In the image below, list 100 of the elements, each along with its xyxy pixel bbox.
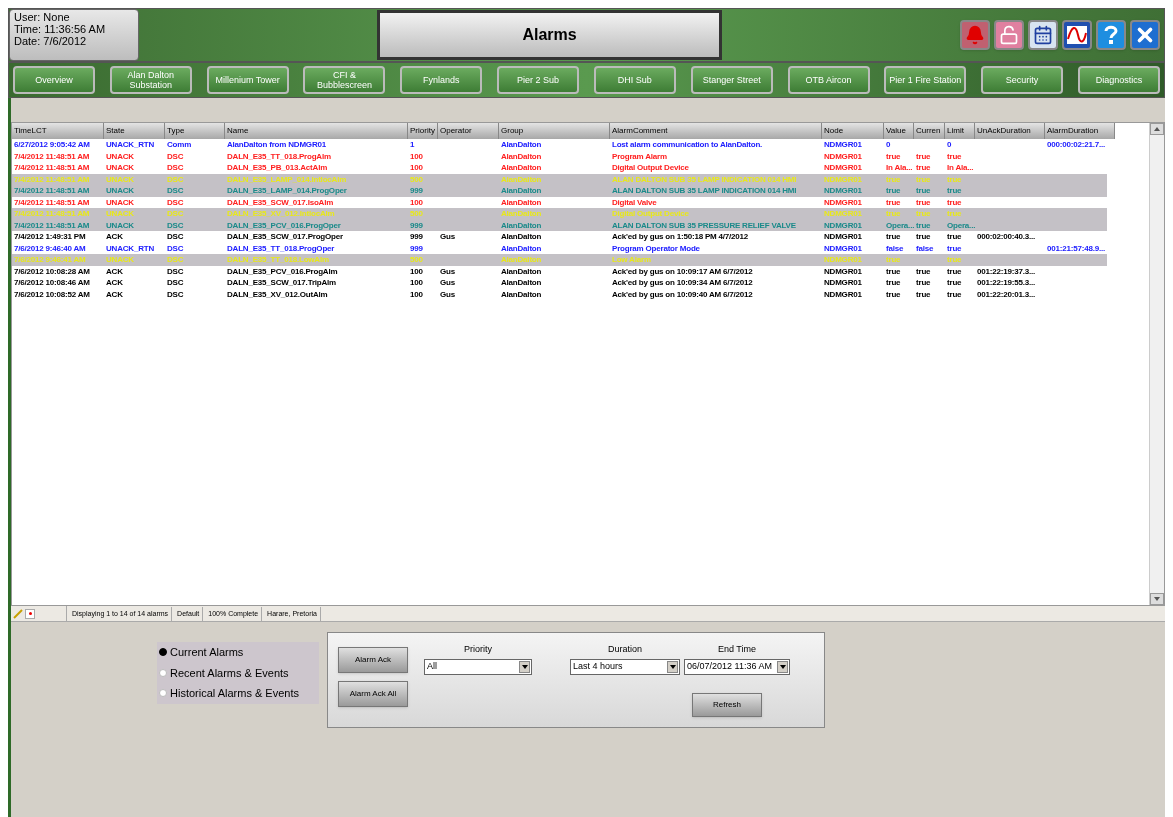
column-header[interactable]: State [104, 123, 165, 139]
table-cell: Program Alarm [612, 151, 667, 161]
radio-label[interactable]: Current Alarms [170, 644, 244, 661]
column-header[interactable]: Group [499, 123, 610, 139]
column-header[interactable]: UnAckDuration [975, 123, 1045, 139]
table-cell: UNACK [106, 174, 134, 184]
table-cell: DALN_E35_LAMP_014.IntlocAlm [227, 174, 347, 184]
scroll-down-icon[interactable] [1150, 593, 1164, 605]
filter-label: End Time [718, 643, 756, 656]
radio-button[interactable] [159, 668, 167, 677]
column-header[interactable]: AlarmDuration [1045, 123, 1115, 139]
radio-button[interactable] [159, 648, 167, 657]
nav-button[interactable]: Fynlands [400, 66, 483, 94]
refresh-button[interactable]: Refresh [692, 692, 762, 717]
date-text: Date: 7/6/2012 [14, 35, 88, 47]
table-cell: 7/6/2012 10:08:46 AM [14, 278, 90, 287]
table-cell: 7/4/2012 11:48:51 AM [14, 220, 90, 230]
table-cell: AlanDalton [501, 163, 542, 172]
column-header[interactable]: Node [822, 123, 884, 139]
nav-button[interactable]: CFI & Bubblescreen [303, 66, 386, 94]
table-cell: true [916, 278, 931, 287]
pen-icon [13, 608, 23, 619]
table-cell: 001:22:19:37.3... [977, 266, 1035, 276]
scrollbar[interactable] [1149, 123, 1164, 605]
table-cell: Digital Output Device [612, 209, 689, 218]
table-cell: true [916, 174, 931, 184]
alarm-ack-all-button[interactable]: Alarm Ack All [338, 681, 408, 707]
nav-button[interactable]: Stanger Street [690, 66, 773, 94]
table-cell: true [947, 255, 962, 264]
calendar-icon[interactable] [1028, 20, 1058, 50]
table-cell: Ack'ed by gus on 10:09:34 AM 6/7/2012 [612, 278, 753, 287]
column-header[interactable]: TimeLCT [12, 123, 104, 139]
table-cell: 100 [410, 197, 423, 207]
table-cell: DSC [167, 174, 184, 184]
table-cell: In Ala... [947, 163, 974, 172]
table-cell: Digital Valve [612, 197, 657, 207]
table-cell: ACK [106, 289, 123, 299]
table-cell: NDMGR01 [824, 243, 862, 253]
close-icon[interactable] [1130, 20, 1160, 50]
table-cell: Gus [440, 289, 455, 299]
table-cell: true [886, 209, 901, 218]
table-cell: false [886, 243, 904, 253]
table-cell: 100 [410, 151, 423, 161]
table-cell: DALN_E35_PCV_016.ProgOper [227, 220, 341, 230]
lock-icon[interactable] [994, 20, 1024, 50]
table-cell: 100 [410, 289, 423, 299]
table-cell: ACK [106, 278, 123, 287]
dropdown-field[interactable]: 06/07/2012 11:36 AM [684, 658, 790, 675]
table-cell: true [916, 197, 931, 207]
table-cell: true [916, 266, 931, 276]
nav-button[interactable]: DHI Sub [593, 66, 676, 94]
table-cell: Comm [167, 140, 192, 149]
table-cell: 1 [410, 140, 415, 149]
table-cell: 7/4/2012 11:48:51 AM [14, 197, 90, 207]
column-header[interactable]: Limit [945, 123, 975, 139]
table-cell: ALAN DALTON SUB 35 PRESSURE RELIEF VALVE [612, 220, 796, 230]
nav-button[interactable]: OTB Aircon [787, 66, 870, 94]
column-header[interactable]: Type [165, 123, 225, 139]
column-header[interactable]: Operator [438, 123, 499, 139]
table-cell: AlanDalton [501, 140, 542, 149]
alarm-row[interactable]: 6/27/2012 9:05:42 AM UNACK_RTN Comm AlanDalton from NDMGR01 1 AlanDalton Lost alarm communication to AlanDalton. NDMGR01 0 0 000:00:02:21.7... [12, 139, 1107, 151]
table-cell: NDMGR01 [824, 278, 862, 287]
column-header[interactable]: Value [884, 123, 914, 139]
table-cell: NDMGR01 [824, 266, 862, 276]
nav-button[interactable]: Pier 1 Fire Station [884, 66, 967, 94]
table-cell: NDMGR01 [824, 140, 862, 149]
table-cell: ALAN DALTON SUB 35 LAMP INDICATION 014 HMI [612, 174, 797, 184]
nav-button[interactable]: Diagnostics [1077, 66, 1160, 94]
table-cell: true [886, 289, 901, 299]
table-cell: UNACK [106, 255, 134, 264]
table-cell: DSC [167, 255, 184, 264]
table-cell: UNACK_RTN [106, 140, 154, 149]
trend-icon[interactable] [1062, 20, 1092, 50]
table-cell: true [886, 266, 901, 276]
radio-label[interactable]: Historical Alarms & Events [170, 685, 299, 702]
table-cell: DALN_E35_SCW_017.ProgOper [227, 232, 343, 241]
column-header[interactable]: AlarmComment [610, 123, 822, 139]
table-cell: 500 [410, 174, 423, 184]
radio-button[interactable] [159, 689, 167, 698]
nav-button[interactable]: Security [981, 66, 1064, 94]
table-cell: 7/6/2012 9:46:41 AM [14, 255, 86, 264]
dropdown-field[interactable]: All [424, 658, 532, 675]
help-icon[interactable] [1096, 20, 1126, 50]
column-header[interactable]: Priority [408, 123, 438, 139]
table-cell: Ack'ed by gus on 10:09:17 AM 6/7/2012 [612, 266, 753, 276]
column-header[interactable]: Name [225, 123, 408, 139]
table-cell: AlanDalton [501, 151, 542, 161]
window-title: Alarms [522, 25, 577, 45]
nav-button[interactable]: Pier 2 Sub [497, 66, 580, 94]
radio-label[interactable]: Recent Alarms & Events [170, 664, 289, 681]
table-cell: 7/6/2012 10:08:28 AM [14, 266, 90, 276]
nav-button[interactable]: Millenium Tower [206, 66, 289, 94]
table-cell: 100 [410, 163, 423, 172]
column-header[interactable]: Curren [914, 123, 945, 139]
dropdown-field[interactable]: Last 4 hours [570, 658, 680, 675]
alarm-ack-button[interactable]: Alarm Ack [338, 647, 408, 673]
filter-label: Priority [464, 643, 492, 656]
scroll-up-icon[interactable] [1150, 123, 1164, 135]
nav-button[interactable]: Alan Dalton Substation [109, 66, 192, 94]
nav-button[interactable]: Overview [13, 66, 95, 94]
